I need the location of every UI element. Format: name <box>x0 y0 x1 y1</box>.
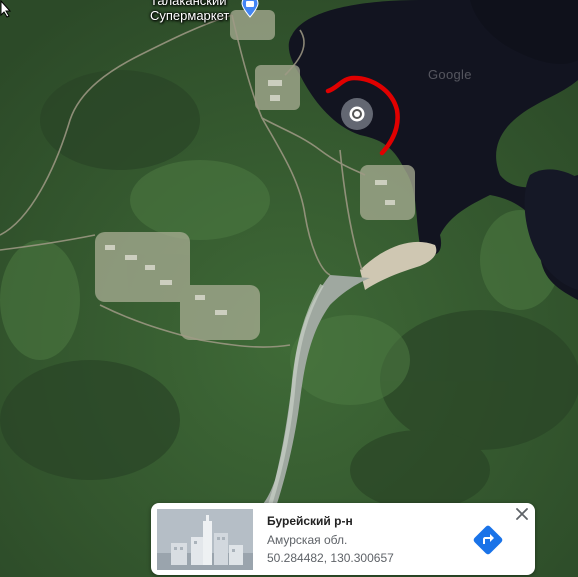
directions-icon[interactable] <box>473 525 503 555</box>
card-subtitle: Амурская обл. <box>267 533 348 547</box>
satellite-imagery <box>0 0 578 577</box>
place-label[interactable]: Талаканский Супермаркет <box>150 0 229 23</box>
location-target-icon[interactable] <box>340 97 374 131</box>
place-label-line2: Супермаркет <box>150 8 230 23</box>
street-view-thumbnail[interactable] <box>157 509 253 570</box>
place-label-line1: Талаканский <box>150 0 227 8</box>
card-coordinates[interactable]: 50.284482, 130.300657 <box>267 551 394 565</box>
satellite-map[interactable]: Талаканский Супермаркет Google Бурейский… <box>0 0 578 577</box>
close-icon[interactable] <box>513 505 531 523</box>
shopping-bag-pin-icon[interactable] <box>241 0 259 18</box>
city-buildings-icon <box>157 509 253 570</box>
card-title: Бурейский р-н <box>267 514 353 528</box>
location-info-card[interactable]: Бурейский р-н Амурская обл. 50.284482, 1… <box>151 503 535 575</box>
google-watermark: Google <box>428 67 472 82</box>
mouse-cursor-icon <box>0 0 12 18</box>
